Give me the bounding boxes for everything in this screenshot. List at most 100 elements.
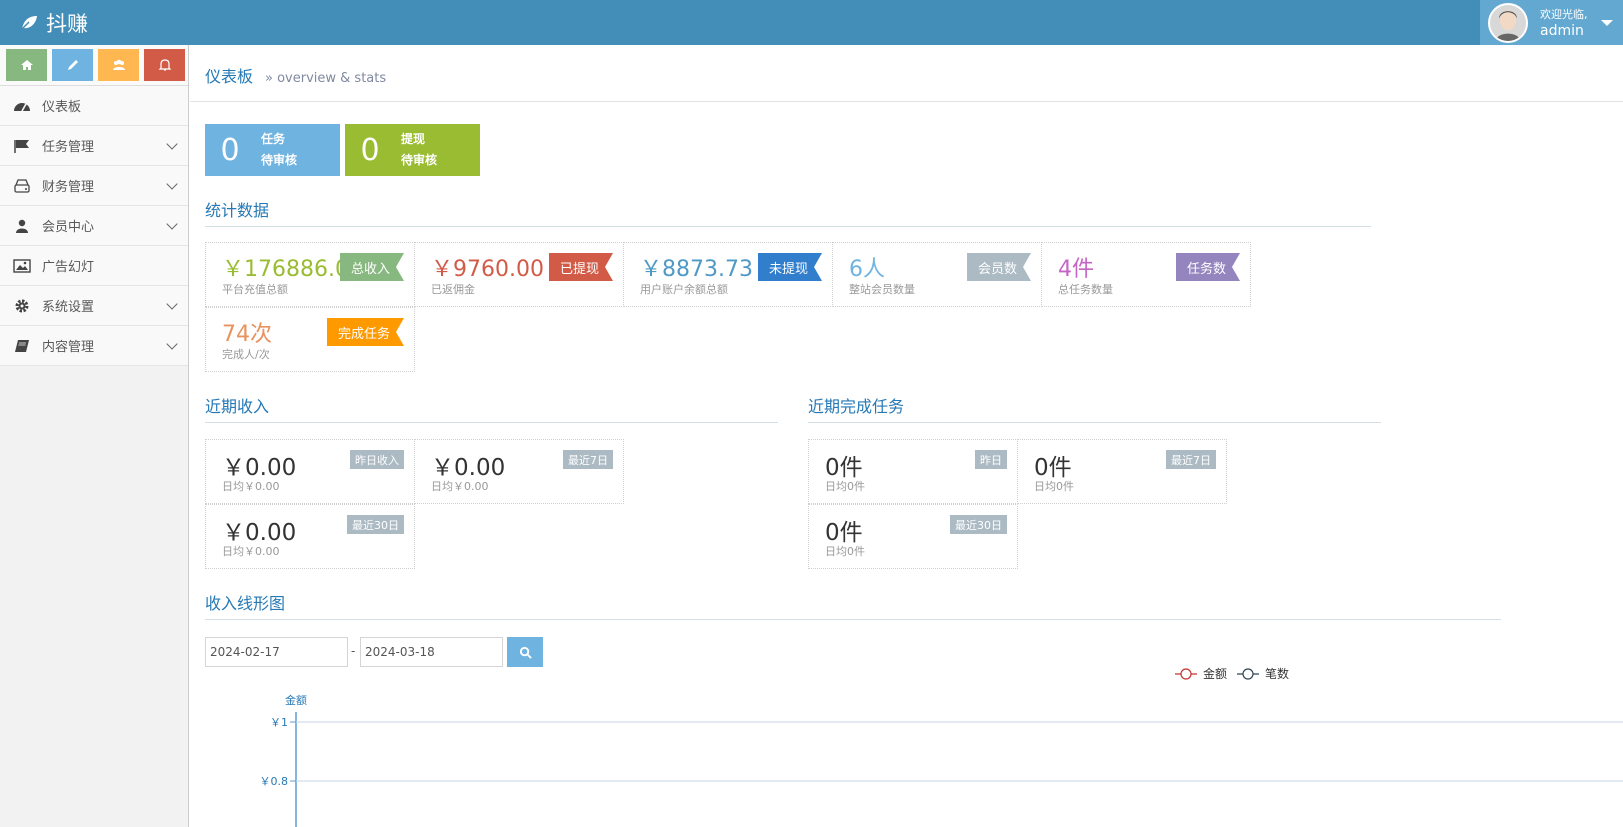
sidebar: 仪表板 任务管理 财务管理 会员中心 广告幻灯 系统设置 内容管理 [0,45,189,827]
income-desc: 日均￥0.00 [431,480,489,493]
period-badge: 最近7日 [1166,450,1216,469]
users-shortcut-button[interactable] [98,49,139,81]
period-badge: 最近7日 [563,450,613,469]
sidebar-item-tasks[interactable]: 任务管理 [0,126,188,166]
pending-sublabel: 待审核 [261,153,298,167]
sidebar-item-label: 会员中心 [42,220,95,235]
user-avatar-icon [1490,4,1526,41]
user-menu[interactable]: 欢迎光临, admin [1480,0,1623,45]
users-icon [112,59,125,70]
app-title: 抖赚 [46,11,88,36]
header-divider [190,101,1623,102]
income-chart-divider [205,619,1501,620]
stat-tag: 已提现 [549,253,613,281]
chevron-down-icon [166,218,178,230]
page-subtitle: » overview & stats [265,71,387,86]
income-value: ￥0.00 [222,455,297,481]
sidebar-item-label: 系统设置 [42,300,95,315]
stat-card-tasks: 4件 任务数 总任务数量 [1041,242,1251,307]
stat-card-balance: ￥8873.73 未提现 用户账户余额总额 [623,242,833,307]
hdd-icon [12,178,32,194]
sidebar-item-label: 广告幻灯 [42,260,95,275]
sidebar-item-ads[interactable]: 广告幻灯 [0,246,188,286]
pending-tasks-box[interactable]: 0 任务 待审核 [205,124,340,176]
tasks-value: 0件 [825,455,863,481]
sidebar-item-dashboard[interactable]: 仪表板 [0,86,188,126]
page-title: 仪表板 [205,67,254,86]
page-header: 仪表板 » overview & stats [205,63,386,87]
stat-value: 74次 [222,322,272,347]
stat-tag: 会员数 [967,253,1031,281]
tasks-card-yesterday: 0件 昨日 日均0件 [808,439,1018,504]
stat-desc: 已返佣金 [431,283,475,296]
income-line-chart: 金额 笔数金额￥1￥0.8 [260,666,1623,827]
user-icon [12,218,32,234]
sidebar-item-finance[interactable]: 财务管理 [0,166,188,206]
book-icon [12,338,32,354]
tasks-value: 0件 [825,520,863,546]
recent-tasks-divider [808,422,1381,423]
period-badge: 昨日 [975,450,1007,469]
leaf-icon [20,15,37,31]
stat-tag: 任务数 [1176,253,1240,281]
sidebar-item-label: 任务管理 [42,140,95,155]
tasks-desc: 日均0件 [1034,480,1074,493]
cog-icon [12,298,32,314]
pending-withdraw-box[interactable]: 0 提现 待审核 [345,124,480,176]
stats-title: 统计数据 [205,201,270,220]
brand[interactable]: 抖赚 [20,0,88,45]
income-value: ￥0.00 [222,520,297,546]
recent-tasks-title: 近期完成任务 [808,397,905,416]
welcome-text: 欢迎光临, [1540,7,1588,21]
avatar [1488,2,1528,43]
y-tick-label: ￥1 [270,716,288,729]
income-card-yesterday: ￥0.00 昨日收入 日均￥0.00 [205,439,415,504]
picture-icon [12,258,32,274]
tasks-desc: 日均0件 [825,480,865,493]
period-badge: 昨日收入 [350,450,404,469]
stat-desc: 平台充值总额 [222,283,288,296]
pending-count: 0 [360,132,380,168]
stat-card-total-income: ￥176886.00 总收入 平台充值总额 [205,242,415,307]
stat-card-commission: ￥9760.00 已提现 已返佣金 [414,242,624,307]
legend-label: 笔数 [1265,666,1289,681]
sidebar-item-label: 仪表板 [42,100,82,115]
income-card-30d: ￥0.00 最近30日 日均￥0.00 [205,504,415,569]
user-info: 欢迎光临, admin [1540,7,1588,39]
legend-marker [1180,668,1192,680]
stat-desc: 完成人/次 [222,348,270,361]
income-value: ￥0.00 [431,455,506,481]
stat-desc: 总任务数量 [1058,283,1113,296]
stat-tag: 未提现 [758,253,822,281]
user-name: admin [1540,22,1584,39]
home-icon [20,60,33,70]
sidebar-item-members[interactable]: 会员中心 [0,206,188,246]
sidebar-item-label: 内容管理 [42,340,95,355]
stats-divider [205,226,1371,227]
stat-desc: 用户账户余额总额 [640,283,728,296]
stat-card-completed: 74次 完成任务 完成人/次 [205,307,415,372]
caret-down-icon[interactable] [1601,20,1613,26]
bell-shortcut-button[interactable] [144,49,185,81]
sidebar-shortcuts [0,45,188,86]
recent-income-divider [205,422,778,423]
sidebar-item-settings[interactable]: 系统设置 [0,286,188,326]
income-desc: 日均￥0.00 [222,480,280,493]
income-chart-title: 收入线形图 [205,594,286,613]
stat-desc: 整站会员数量 [849,283,915,296]
legend-marker [1242,668,1254,680]
pending-label: 提现 [401,132,426,146]
recent-income-title: 近期收入 [205,397,270,416]
edit-shortcut-button[interactable] [52,49,93,81]
home-shortcut-button[interactable] [6,49,47,81]
flag-icon [12,138,32,154]
chevron-down-icon [166,178,178,190]
stat-card-members: 6人 会员数 整站会员数量 [832,242,1042,307]
stat-value: 4件 [1058,257,1094,282]
top-navbar: 抖赚 欢迎光临, admin [0,0,1623,45]
stat-value: ￥8873.73 [640,257,753,282]
stat-tag: 完成任务 [327,318,404,346]
chevron-down-icon [166,138,178,150]
y-tick-label: ￥0.8 [260,775,289,788]
sidebar-item-content[interactable]: 内容管理 [0,326,188,366]
